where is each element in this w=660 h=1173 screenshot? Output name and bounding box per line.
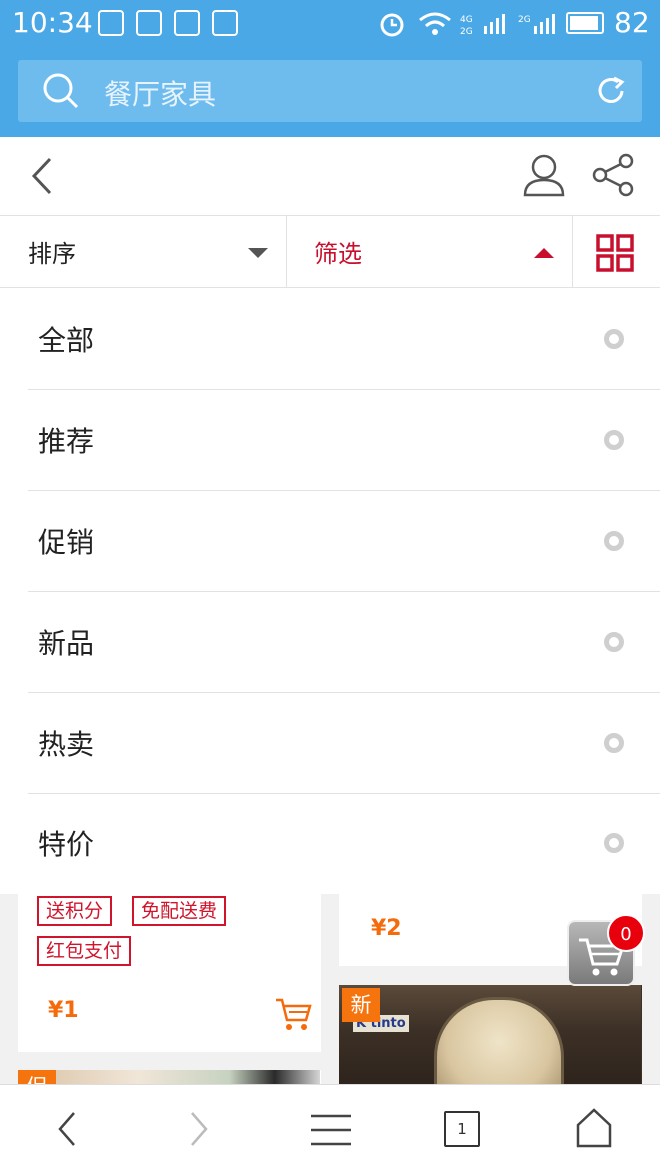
product-price: ¥1: [48, 998, 79, 1023]
filter-option-all[interactable]: 全部: [0, 289, 660, 390]
user-icon[interactable]: [522, 153, 566, 197]
sort-filter-bar: 排序 筛选: [0, 216, 660, 288]
tabs-button[interactable]: 1: [444, 1111, 480, 1147]
filter-option-label: 全部: [38, 324, 95, 357]
menu-icon[interactable]: [310, 1113, 352, 1147]
battery-icon: [566, 12, 604, 34]
uc-notification-icon: [136, 10, 162, 36]
status-bar: 10:34 4G 2G 2G 82: [0, 0, 660, 48]
add-to-cart-icon[interactable]: [274, 996, 312, 1032]
filter-option-recommended[interactable]: 推荐: [0, 390, 660, 491]
search-icon: [43, 73, 79, 109]
signal-4g-icon: 4G2G: [460, 14, 505, 36]
back-arrow-icon[interactable]: [28, 155, 56, 197]
uc-notification-icon: [174, 10, 200, 36]
product-card[interactable]: 送积分 免配送费 红包支付 ¥1: [18, 894, 321, 1052]
sort-dropdown[interactable]: 排序: [0, 216, 287, 288]
radio-icon[interactable]: [604, 430, 624, 450]
cart-count-badge: 0: [607, 914, 645, 952]
product-tag: 送积分: [37, 896, 113, 926]
product-tag: 免配送费: [132, 896, 227, 926]
signal-2g-icon: 2G: [518, 14, 555, 34]
grid-view-icon[interactable]: [596, 234, 634, 272]
svg-text:2G: 2G: [518, 15, 531, 25]
svg-text:4G: 4G: [460, 15, 473, 25]
svg-text:2G: 2G: [460, 27, 473, 36]
search-box[interactable]: 餐厅家具: [18, 60, 642, 122]
filter-option-label: 特价: [38, 828, 95, 861]
home-icon[interactable]: [574, 1107, 614, 1149]
filter-option-label: 促销: [38, 526, 95, 559]
product-price: ¥2: [371, 916, 402, 941]
radio-icon[interactable]: [604, 733, 624, 753]
filter-option-label: 新品: [38, 627, 95, 660]
product-grid: 送积分 免配送费 红包支付 ¥1 促 ¥2 K tinto 新: [0, 894, 660, 1084]
caret-down-icon: [248, 248, 268, 258]
filter-options-panel: 全部 推荐 促销 新品 热卖 特价: [0, 289, 660, 894]
status-time: 10:34: [12, 6, 93, 39]
sort-label: 排序: [28, 240, 76, 268]
search-query: 餐厅家具: [104, 78, 217, 111]
browser-forward-icon[interactable]: [188, 1109, 212, 1149]
uc-notification-icon: [98, 10, 124, 36]
alarm-icon: [380, 13, 404, 37]
filter-dropdown[interactable]: 筛选: [287, 216, 573, 288]
filter-option-promotion[interactable]: 促销: [0, 491, 660, 592]
image-notification-icon: [212, 10, 238, 36]
radio-icon[interactable]: [604, 329, 624, 349]
filter-option-special-price[interactable]: 特价: [0, 793, 660, 894]
promo-badge: 促: [18, 1070, 56, 1084]
product-card[interactable]: K tinto 新: [339, 985, 642, 1084]
page-nav: [0, 137, 660, 216]
browser-toolbar: 1: [0, 1084, 660, 1173]
filter-label: 筛选: [314, 240, 362, 268]
new-badge: 新: [342, 988, 380, 1022]
floating-cart-button[interactable]: 0: [567, 914, 645, 986]
filter-option-label: 热卖: [38, 728, 95, 761]
radio-icon[interactable]: [604, 632, 624, 652]
filter-option-hot[interactable]: 热卖: [0, 693, 660, 794]
filter-option-label: 推荐: [38, 425, 95, 458]
filter-option-new[interactable]: 新品: [0, 592, 660, 693]
caret-up-icon: [534, 248, 554, 258]
product-card[interactable]: 促: [18, 1070, 321, 1084]
search-header: 餐厅家具: [0, 48, 660, 137]
battery-percent: 82: [614, 6, 650, 39]
radio-icon[interactable]: [604, 531, 624, 551]
refresh-icon[interactable]: [594, 74, 628, 108]
radio-icon[interactable]: [604, 833, 624, 853]
browser-back-icon[interactable]: [54, 1109, 78, 1149]
share-icon[interactable]: [592, 153, 636, 197]
product-image: [18, 1070, 320, 1084]
product-tag: 红包支付: [37, 936, 132, 966]
wifi-icon: [419, 12, 451, 35]
